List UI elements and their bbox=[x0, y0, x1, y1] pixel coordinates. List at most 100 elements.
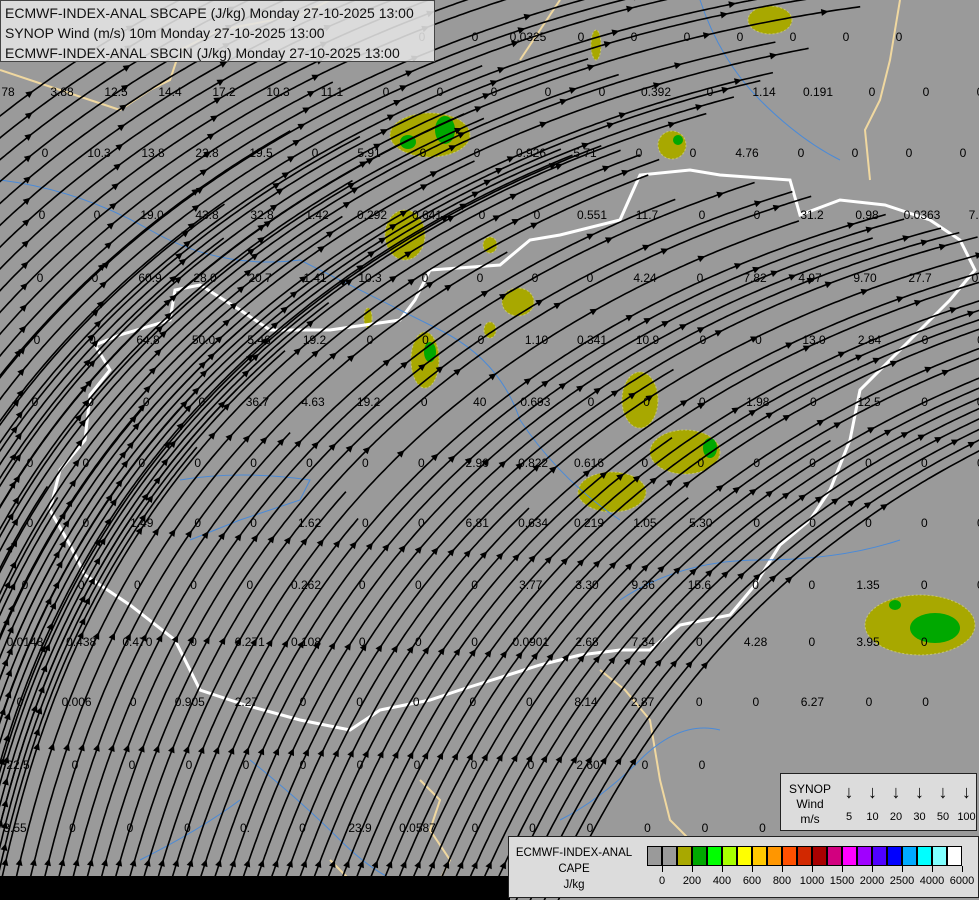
cin-value-label: 0 bbox=[809, 456, 816, 470]
cin-value-label: 9.70 bbox=[853, 271, 877, 285]
cape-legend-tick-label: 6000 bbox=[942, 875, 979, 887]
cin-value-label: 0 bbox=[697, 456, 704, 470]
cin-value-label: 0.0325 bbox=[510, 30, 547, 44]
cin-value-label: 0 bbox=[413, 695, 420, 709]
cin-value-label: 32.8 bbox=[250, 208, 274, 222]
streamline-arrow bbox=[611, 390, 619, 397]
cin-value-label: 13.8 bbox=[141, 146, 165, 160]
streamline-arrow bbox=[251, 534, 258, 542]
cin-value-label: 0 bbox=[753, 516, 760, 530]
streamline-arrow bbox=[626, 6, 634, 13]
cin-value-label: 0 bbox=[699, 208, 706, 222]
cin-value-label: 0.0901 bbox=[512, 635, 549, 649]
streamline-arrow bbox=[104, 518, 111, 526]
cin-value-label: 0.470 bbox=[122, 635, 152, 649]
streamline bbox=[0, 216, 342, 604]
cin-value-label: 0.0363 bbox=[904, 208, 941, 222]
streamline-arrow bbox=[524, 378, 532, 385]
cin-value-label: 0 bbox=[923, 85, 930, 99]
cin-value-label: 0 bbox=[92, 271, 99, 285]
cin-value-label: 0 bbox=[866, 695, 873, 709]
cin-value-label: 0 bbox=[422, 271, 429, 285]
cin-value-label: 0 bbox=[696, 695, 703, 709]
cin-value-label: 3.77 bbox=[519, 578, 543, 592]
cin-value-label: 0 bbox=[790, 30, 797, 44]
cin-value-label: 0 bbox=[752, 578, 759, 592]
cin-value-label: 0 bbox=[699, 395, 706, 409]
cin-value-label: 1.98 bbox=[746, 395, 770, 409]
cin-value-label: 0 bbox=[469, 695, 476, 709]
streamline-arrow bbox=[500, 651, 507, 659]
cin-value-label: 0 bbox=[300, 695, 307, 709]
cin-value-label: 0 bbox=[534, 208, 541, 222]
streamline-arrow bbox=[524, 14, 532, 21]
cin-value-label: 0 bbox=[921, 516, 928, 530]
cin-value-label: 1.62 bbox=[298, 516, 322, 530]
wind-speed-label: 5 bbox=[837, 811, 861, 823]
cin-value-label: 19.0 bbox=[140, 208, 164, 222]
cin-value-label: 0 bbox=[22, 578, 29, 592]
cin-value-label: 0 bbox=[478, 333, 485, 347]
streamline-arrow bbox=[733, 487, 741, 494]
cin-value-label: 0 bbox=[83, 456, 90, 470]
streamline-arrow bbox=[93, 744, 100, 752]
cin-value-label: 20.7 bbox=[248, 271, 272, 285]
cin-value-label: 0 bbox=[69, 821, 76, 835]
cin-value-label: 0 bbox=[921, 395, 928, 409]
cin-value-label: 12.5 bbox=[104, 85, 128, 99]
cin-value-label: 0 bbox=[896, 30, 903, 44]
cin-value-label: 0 bbox=[471, 758, 478, 772]
streamline-arrow bbox=[593, 388, 601, 395]
cape-legend-tick bbox=[872, 866, 873, 872]
cin-value-label: 0 bbox=[39, 208, 46, 222]
cin-value-label: 19.2 bbox=[303, 333, 327, 347]
cin-value-label: 10.9 bbox=[636, 333, 660, 347]
streamline-arrow bbox=[720, 12, 728, 19]
streamline-arrow bbox=[78, 743, 85, 751]
cin-value-label: 5.91 bbox=[357, 146, 381, 160]
cin-value-label: 0 bbox=[194, 516, 201, 530]
streamline-arrow bbox=[115, 144, 123, 151]
cin-value-label: 7.0 bbox=[969, 208, 979, 222]
cape-color-swatch bbox=[722, 846, 737, 866]
streamline-arrow bbox=[848, 500, 856, 507]
cin-value-label: 0 bbox=[422, 333, 429, 347]
cin-value-label: 0 bbox=[78, 578, 85, 592]
cin-value-label: 2.90 bbox=[466, 456, 490, 470]
cape-area bbox=[748, 6, 792, 34]
cin-value-label: 43.8 bbox=[195, 208, 219, 222]
streamline-arrow bbox=[244, 860, 251, 868]
cin-value-label: 0 bbox=[34, 333, 41, 347]
cape-areas bbox=[364, 6, 975, 655]
streamline-arrow bbox=[619, 112, 627, 119]
cin-value-label: 19.2 bbox=[357, 395, 381, 409]
weather-map[interactable]: 0 0 0.0325 0 0 0 0 0 0 0 78 3.88 12.5 14.4 17.2 10.3 11.… bbox=[0, 0, 979, 900]
cape-legend-line: ECMWF-INDEX-ANAL bbox=[511, 845, 637, 861]
streamline-arrow bbox=[251, 253, 259, 260]
streamline-arrow bbox=[770, 53, 778, 60]
cin-value-label: 0 bbox=[299, 821, 306, 835]
cin-value-label: 4.97 bbox=[798, 271, 822, 285]
streamline bbox=[0, 59, 588, 494]
cin-value-label: 1.35 bbox=[856, 578, 880, 592]
wind-arrow-icon: ↓ bbox=[955, 782, 979, 802]
cin-value-label: 0 bbox=[243, 758, 250, 772]
cin-value-label: 0.905 bbox=[175, 695, 205, 709]
wind-arrow-icon: ↓ bbox=[837, 782, 861, 802]
cin-value-label: 4.24 bbox=[633, 271, 657, 285]
cin-value-label: 0 bbox=[699, 758, 706, 772]
cin-value-label: 0 bbox=[94, 208, 101, 222]
cin-value-label: 0 bbox=[754, 208, 761, 222]
streamline-arrow bbox=[754, 200, 762, 207]
streamline-arrow bbox=[272, 183, 280, 190]
cin-value-label: 0 bbox=[528, 758, 535, 772]
streamline-arrow bbox=[44, 858, 51, 866]
cape-legend-tick bbox=[692, 866, 693, 872]
streamline-arrow bbox=[407, 279, 415, 286]
cin-value-label: 2.60 bbox=[576, 758, 600, 772]
cin-value-label: 0 bbox=[415, 635, 422, 649]
streamline-arrow bbox=[949, 307, 957, 314]
streamline-arrow bbox=[967, 311, 975, 318]
cin-value-label: 0 bbox=[418, 456, 425, 470]
cin-value-label: 4.28 bbox=[744, 635, 768, 649]
